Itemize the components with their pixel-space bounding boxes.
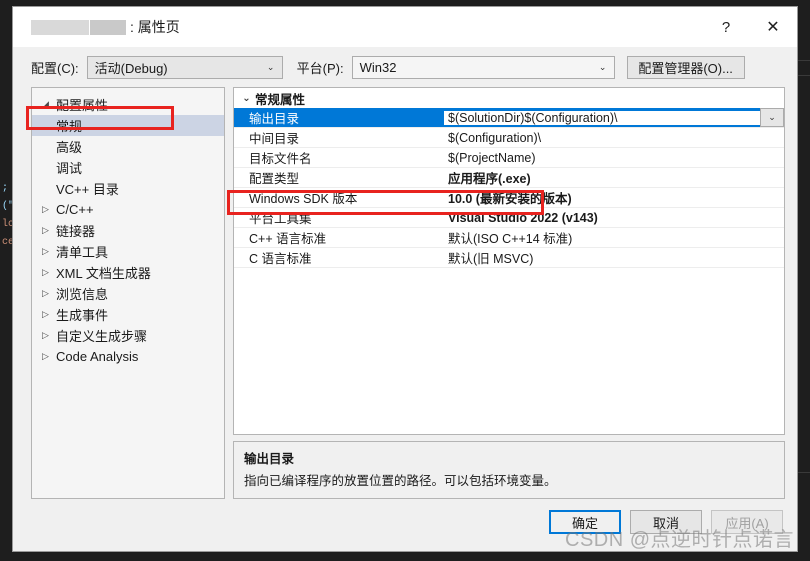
property-row[interactable]: 目标文件名 $(ProjectName) [234, 148, 784, 168]
tree-item-2[interactable]: 调试 [32, 157, 224, 178]
property-row[interactable]: 输出目录 $(SolutionDir)$(Configuration)\ ⌄ [234, 108, 784, 128]
triangle-collapsed-icon: ▷ [42, 288, 49, 298]
triangle-collapsed-icon: ▷ [42, 267, 49, 277]
chevron-down-icon: ⌄ [242, 92, 251, 104]
triangle-collapsed-icon: ▷ [42, 351, 49, 361]
property-value[interactable]: 默认(旧 MSVC) [444, 248, 784, 267]
triangle-collapsed-icon: ▷ [42, 225, 49, 235]
tree-item-label: 浏览信息 [56, 287, 109, 302]
tree-item-label: 高级 [56, 140, 83, 155]
redacted-project-name [31, 19, 89, 35]
triangle-collapsed-icon: ▷ [42, 204, 49, 214]
tree-item-label: 配置属性 [56, 98, 109, 113]
left-pane: ◢ 配置属性 常规高级调试 VC++ 目录 ▷ C/C++ ▷ 链接器 ▷ 清单工具 ▷ XML … [31, 87, 225, 499]
tree-item-9[interactable]: ▷ 生成事件 [32, 304, 224, 325]
tree-item-label: 常规 [56, 119, 83, 134]
configuration-combobox[interactable]: 活动(Debug) ⌄ [86, 55, 283, 79]
tree-item-3[interactable]: VC++ 目录 [32, 178, 224, 199]
property-row[interactable]: 平台工具集 Visual Studio 2022 (v143) [234, 208, 784, 228]
platform-value: Win32 [359, 59, 397, 75]
tree-item-configuration-properties[interactable]: ◢ 配置属性 [32, 94, 224, 115]
tree-item-11[interactable]: ▷ Code Analysis [32, 346, 224, 367]
close-icon[interactable]: ✕ [749, 7, 797, 47]
tree-item-label: 调试 [56, 161, 83, 176]
tree-item-label: 自定义生成步骤 [56, 329, 148, 344]
configuration-label: 配置(C): [31, 60, 79, 76]
cancel-button[interactable]: 取消 [630, 510, 702, 534]
triangle-collapsed-icon: ▷ [42, 330, 49, 340]
tree-item-6[interactable]: ▷ 清单工具 [32, 241, 224, 262]
property-name: Windows SDK 版本 [249, 192, 358, 206]
property-row[interactable]: C++ 语言标准 默认(ISO C++14 标准) [234, 228, 784, 248]
property-value[interactable]: $(ProjectName) [444, 151, 784, 165]
tree-item-7[interactable]: ▷ XML 文档生成器 [32, 262, 224, 283]
description-text: 指向已编译程序的放置位置的路径。可以包括环境变量。 [244, 474, 557, 488]
platform-label: 平台(P): [296, 60, 344, 76]
property-name: 目标文件名 [249, 152, 312, 166]
property-name: 平台工具集 [249, 212, 312, 226]
dialog-body: ◢ 配置属性 常规高级调试 VC++ 目录 ▷ C/C++ ▷ 链接器 ▷ 清单工具 ▷ XML … [13, 87, 797, 499]
tree-item-label: VC++ 目录 [56, 182, 119, 197]
property-pages-dialog: : 属性页 ? ✕ 配置(C): 活动(Debug) ⌄ 平台(P): Win3… [12, 6, 798, 552]
tree-item-4[interactable]: ▷ C/C++ [32, 199, 224, 220]
property-row[interactable]: C 语言标准 默认(旧 MSVC) [234, 248, 784, 268]
platform-combobox[interactable]: Win32 ⌄ [351, 55, 615, 79]
chevron-down-icon: ⌄ [266, 61, 275, 72]
right-pane: ⌄ 常规属性 输出目录 $(SolutionDir)$(Configuration… [233, 87, 785, 499]
configuration-manager-button[interactable]: 配置管理器(O)... [626, 55, 745, 79]
property-value[interactable]: $(SolutionDir)$(Configuration)\ [444, 110, 784, 125]
property-value[interactable]: $(Configuration)\ [444, 131, 784, 145]
property-row[interactable]: 配置类型 应用程序(.exe) [234, 168, 784, 188]
property-name: 中间目录 [249, 132, 300, 146]
tree-item-label: 生成事件 [56, 308, 109, 323]
redacted-project-name-2 [90, 19, 126, 35]
tree-item-label: XML 文档生成器 [56, 266, 151, 281]
triangle-collapsed-icon: ▷ [42, 246, 49, 256]
ok-button[interactable]: 确定 [549, 510, 621, 534]
triangle-expanded-icon: ◢ [42, 99, 49, 109]
property-value[interactable]: 应用程序(.exe) [444, 168, 784, 187]
tree-item-10[interactable]: ▷ 自定义生成步骤 [32, 325, 224, 346]
property-value[interactable]: 10.0 (最新安装的版本) [444, 188, 784, 207]
property-group-header[interactable]: ⌄ 常规属性 [234, 88, 784, 108]
configuration-value: 活动(Debug) [94, 60, 168, 76]
chevron-down-icon: ⌄ [598, 61, 607, 72]
property-name: C++ 语言标准 [249, 232, 327, 246]
property-grid[interactable]: ⌄ 常规属性 输出目录 $(SolutionDir)$(Configuration… [233, 87, 785, 435]
property-row[interactable]: Windows SDK 版本 10.0 (最新安装的版本) [234, 188, 784, 208]
property-value[interactable]: 默认(ISO C++14 标准) [444, 228, 784, 247]
triangle-collapsed-icon: ▷ [42, 309, 49, 319]
property-name: 输出目录 [234, 108, 444, 127]
tree-item-label: 清单工具 [56, 245, 109, 260]
property-name: 配置类型 [249, 172, 300, 186]
page-title: : 属性页 [130, 19, 180, 35]
tree-item-8[interactable]: ▷ 浏览信息 [32, 283, 224, 304]
chevron-down-icon[interactable]: ⌄ [760, 108, 784, 127]
dialog-title: : 属性页 [31, 17, 180, 37]
dialog-footer: 确定 取消 应用(A) [13, 499, 797, 551]
help-icon[interactable]: ? [703, 7, 749, 47]
tree-item-5[interactable]: ▷ 链接器 [32, 220, 224, 241]
tree-item-0[interactable]: 常规 [32, 115, 224, 136]
dialog-titlebar: : 属性页 ? ✕ [13, 7, 797, 47]
property-group-label: 常规属性 [255, 92, 306, 107]
property-value[interactable]: Visual Studio 2022 (v143) [444, 211, 784, 225]
tree-item-label: Code Analysis [56, 349, 139, 364]
titlebar-buttons: ? ✕ [703, 7, 797, 47]
tree-item-1[interactable]: 高级 [32, 136, 224, 157]
description-title: 输出目录 [244, 452, 295, 466]
configuration-bar: 配置(C): 活动(Debug) ⌄ 平台(P): Win32 ⌄ 配置管理器(… [13, 47, 797, 87]
property-row[interactable]: 中间目录 $(Configuration)\ [234, 128, 784, 148]
property-name: C 语言标准 [249, 252, 312, 266]
tree-item-label: C/C++ [56, 202, 94, 217]
configuration-tree[interactable]: ◢ 配置属性 常规高级调试 VC++ 目录 ▷ C/C++ ▷ 链接器 ▷ 清单工具 ▷ XML … [31, 87, 225, 499]
apply-button: 应用(A) [711, 510, 783, 534]
tree-item-label: 链接器 [56, 224, 96, 239]
description-panel: 输出目录 指向已编译程序的放置位置的路径。可以包括环境变量。 [233, 441, 785, 499]
